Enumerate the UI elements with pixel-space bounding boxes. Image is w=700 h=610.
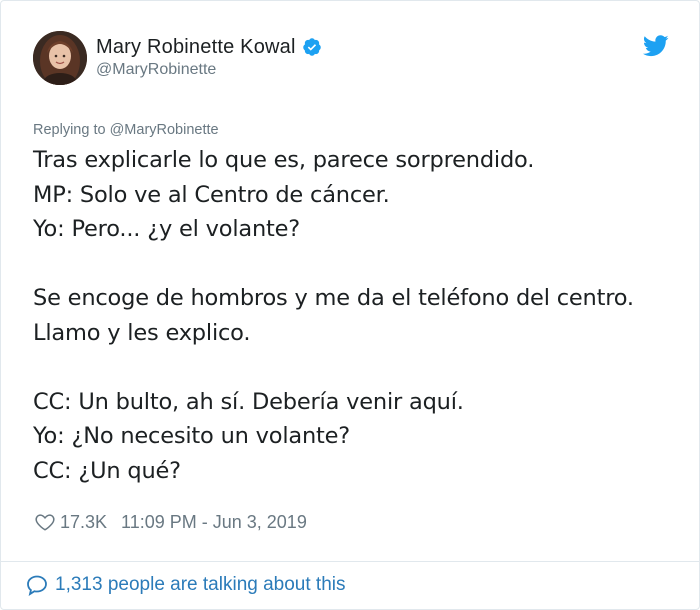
tweet-line: MP: Solo ve al Centro de cáncer. (33, 181, 390, 208)
author-info: Mary Robinette Kowal @MaryRobinette (96, 35, 322, 79)
tweet-line: Se encoge de hombros y me da el teléfono… (33, 285, 634, 311)
tweet-line: Yo: Pero... ¿y el volante? (33, 216, 301, 242)
footer-divider (1, 561, 699, 562)
tweet-line: Tras explicarle lo que es, parece sorpre… (33, 147, 535, 173)
name-row: Mary Robinette Kowal (96, 35, 322, 59)
replying-to-handle-link[interactable]: @MaryRobinette (110, 122, 219, 138)
tweet-header: Mary Robinette Kowal @MaryRobinette (33, 31, 669, 91)
tweet-line: Yo: ¿No necesito un volante? (33, 423, 351, 449)
heart-icon (35, 514, 55, 531)
verified-badge-icon (302, 38, 321, 56)
author-handle[interactable]: @MaryRobinette (96, 61, 322, 79)
tweet-line: CC: ¿Un qué? (33, 457, 181, 484)
avatar-photo-icon (33, 31, 87, 85)
talking-about-link[interactable]: 1,313 people are talking about this (25, 573, 346, 597)
replying-to: Replying to @MaryRobinette (33, 122, 219, 138)
tweet-card: Mary Robinette Kowal @MaryRobinette Repl… (0, 0, 700, 610)
tweet-text: Tras explicarle lo que es, parece sorpre… (33, 143, 698, 488)
tweet-line: Llamo y les explico. (33, 319, 251, 346)
author-display-name[interactable]: Mary Robinette Kowal (96, 36, 296, 59)
tweet-line: CC: Un bulto, ah sí. Debería venir aquí. (33, 388, 464, 415)
like-button[interactable]: 17.3K (34, 511, 107, 533)
author-avatar[interactable] (33, 31, 87, 85)
twitter-bird-icon[interactable] (643, 35, 669, 57)
tweet-timestamp[interactable]: 11:09 PM - Jun 3, 2019 (121, 512, 307, 533)
replying-prefix: Replying to (33, 122, 106, 138)
tweet-meta: 17.3K 11:09 PM - Jun 3, 2019 (34, 511, 307, 533)
like-count: 17.3K (60, 511, 108, 532)
talking-about-text: 1,313 people are talking about this (55, 574, 346, 595)
speech-bubble-icon (27, 575, 47, 596)
